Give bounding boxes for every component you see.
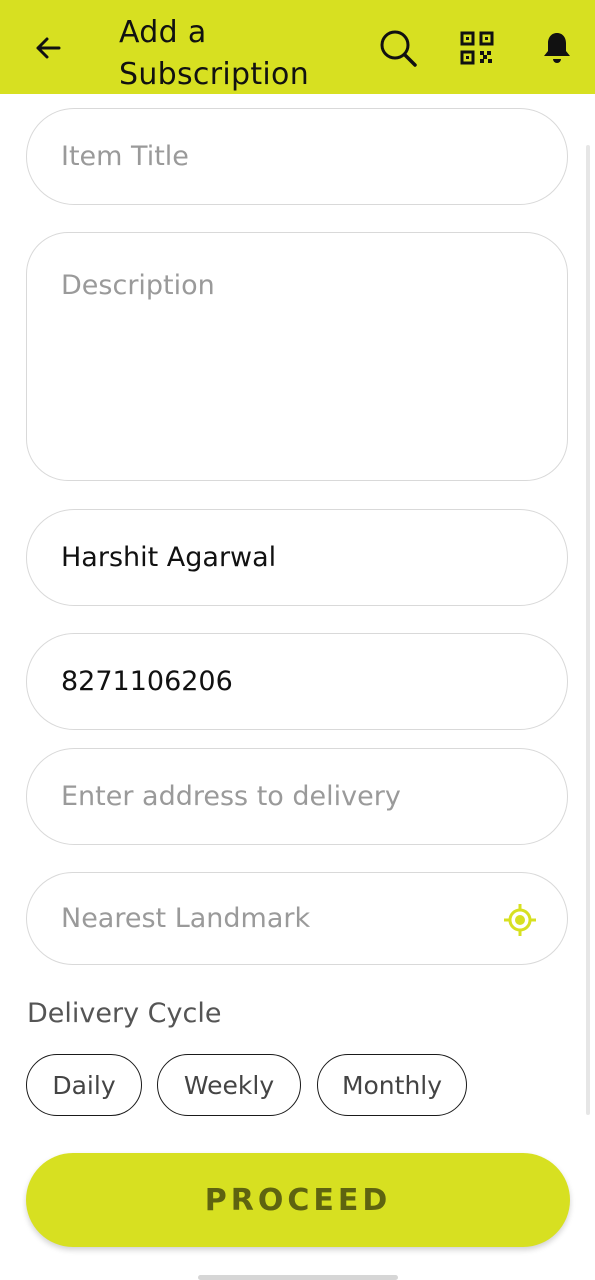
locate-button[interactable] xyxy=(503,903,537,937)
home-indicator xyxy=(198,1275,398,1280)
location-target-icon xyxy=(504,904,536,936)
notifications-button[interactable] xyxy=(535,26,579,70)
phone-field[interactable] xyxy=(26,633,568,730)
search-button[interactable] xyxy=(376,26,420,70)
item-title-input[interactable] xyxy=(61,109,533,204)
chip-weekly[interactable]: Weekly xyxy=(157,1054,301,1116)
description-field[interactable] xyxy=(26,232,568,481)
phone-input[interactable] xyxy=(61,634,533,729)
bell-icon xyxy=(544,33,570,63)
qr-code-icon xyxy=(460,31,494,65)
chip-monthly[interactable]: Monthly xyxy=(317,1054,467,1116)
name-input[interactable] xyxy=(61,510,533,605)
address-field[interactable] xyxy=(26,748,568,845)
name-field[interactable] xyxy=(26,509,568,606)
page-title: Add a Subscription xyxy=(119,15,310,92)
scrollbar[interactable] xyxy=(586,145,590,1115)
landmark-input[interactable] xyxy=(61,873,487,964)
landmark-field[interactable] xyxy=(26,872,568,965)
back-button[interactable] xyxy=(28,28,68,68)
description-input[interactable] xyxy=(61,269,533,450)
qr-scan-button[interactable] xyxy=(455,26,499,70)
app-bar: Add a Subscription xyxy=(0,0,595,94)
arrow-left-icon xyxy=(36,37,61,59)
item-title-field[interactable] xyxy=(26,108,568,205)
proceed-button[interactable]: PROCEED xyxy=(26,1153,570,1247)
address-input[interactable] xyxy=(61,749,533,844)
delivery-cycle-label: Delivery Cycle xyxy=(27,998,222,1029)
chip-daily[interactable]: Daily xyxy=(26,1054,142,1116)
search-icon xyxy=(380,30,417,67)
